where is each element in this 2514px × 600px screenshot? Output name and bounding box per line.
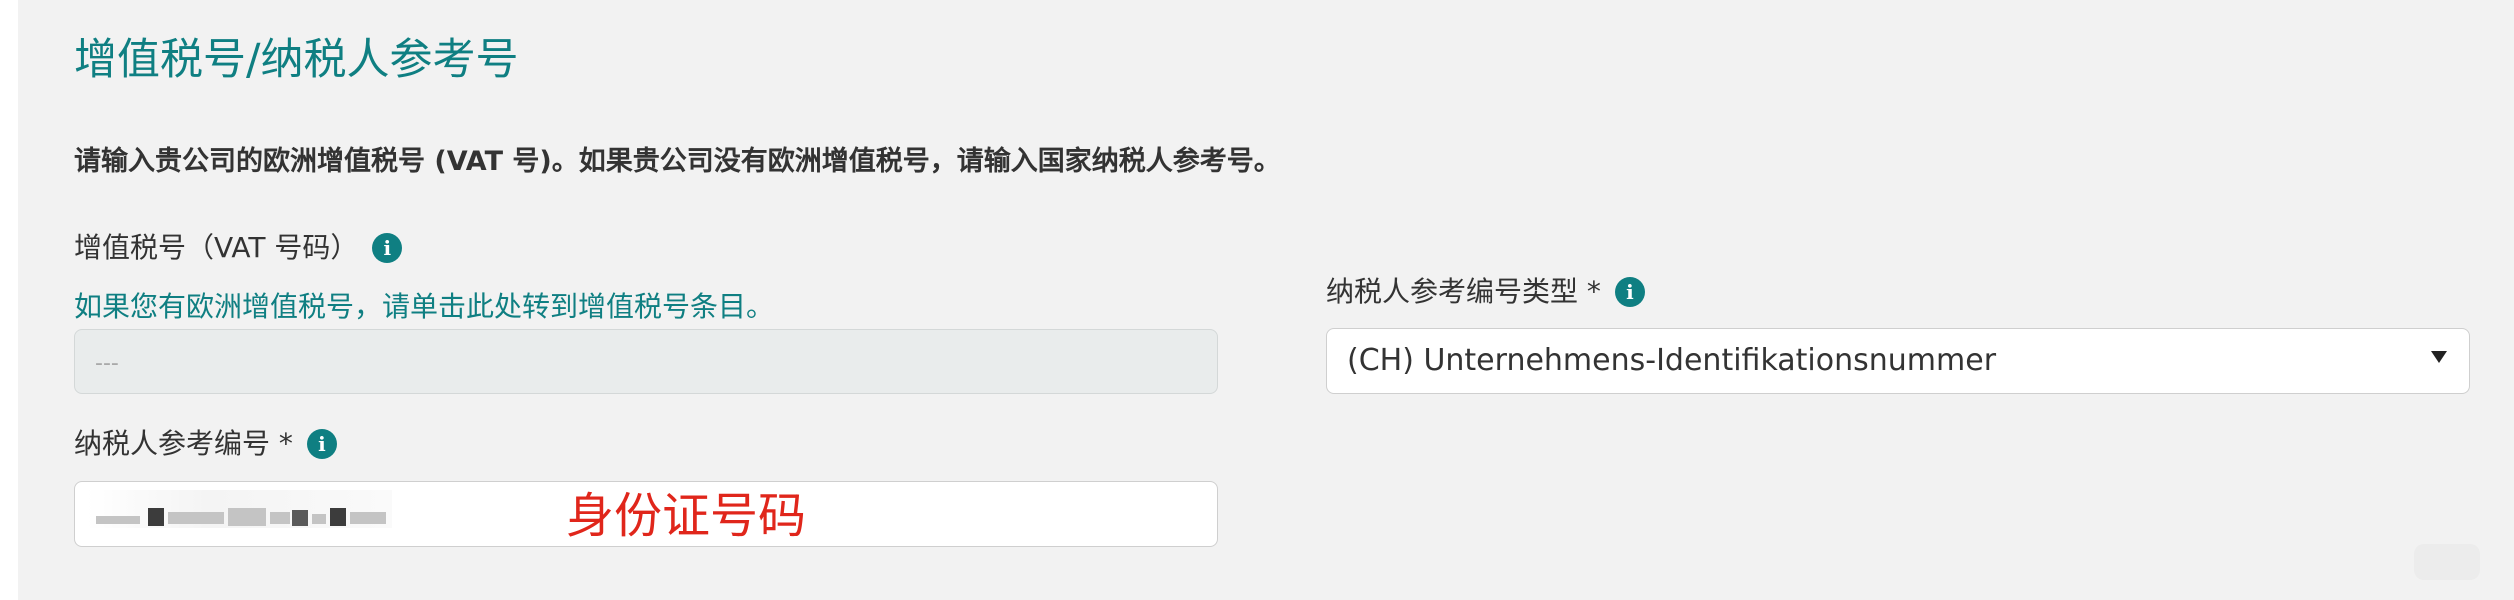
tax-ref-label-row: 纳税人参考编号 * i — [74, 424, 337, 464]
section-title: 增值税号/纳税人参考号 — [74, 35, 519, 85]
vat-number-placeholder: --- — [95, 351, 119, 376]
redaction-block — [148, 508, 164, 526]
vat-field-label-row: 增值税号（VAT 号码） i — [74, 228, 403, 268]
redaction-block — [292, 510, 308, 526]
info-icon[interactable]: i — [1614, 277, 1645, 307]
info-icon[interactable]: i — [306, 429, 337, 459]
tax-ref-type-selected-value: (CH) Unternehmens-Identifikationsnummer — [1347, 343, 1997, 378]
instruction-text: 请输入贵公司的欧洲增值税号 (VAT 号)。如果贵公司没有欧洲增值税号，请输入国… — [74, 146, 1281, 177]
redaction-block — [350, 512, 386, 524]
tax-ref-type-label-row: 纳税人参考编号类型 * i — [1326, 272, 1645, 312]
vat-entry-link[interactable]: 如果您有欧洲增值税号，请单击此处转到增值税号条目。 — [74, 287, 774, 327]
redaction-block — [312, 514, 326, 524]
tax-ref-type-select[interactable]: (CH) Unternehmens-Identifikationsnummer — [1326, 328, 2470, 394]
id-number-annotation: 身份证号码 — [566, 488, 807, 544]
vat-field-label: 增值税号（VAT 号码） — [74, 231, 359, 264]
tax-ref-label: 纳税人参考编号 * — [74, 427, 293, 460]
caret-down-icon — [2431, 351, 2447, 363]
info-icon[interactable]: i — [372, 233, 403, 263]
redaction-block — [228, 508, 266, 526]
redaction-block — [96, 516, 140, 524]
redaction-block — [168, 512, 224, 524]
redaction-block — [270, 512, 290, 524]
vat-number-input[interactable]: --- — [74, 329, 1218, 394]
tax-ref-type-label: 纳税人参考编号类型 * — [1326, 275, 1601, 308]
faded-button — [2414, 544, 2480, 580]
redaction-block — [330, 508, 346, 526]
